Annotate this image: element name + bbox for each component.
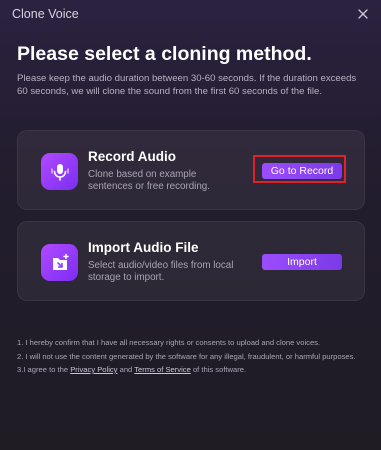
close-button[interactable] [355, 6, 371, 22]
go-to-record-button[interactable]: Go to Record [262, 163, 342, 179]
record-audio-description: Clone based on example sentences or free… [88, 169, 210, 192]
microphone-icon [41, 153, 78, 190]
duration-note: Please keep the audio duration between 3… [17, 73, 357, 97]
record-audio-title: Record Audio [88, 149, 177, 164]
import-file-icon [41, 244, 78, 281]
terms-of-service-link[interactable]: Terms of Service [134, 365, 191, 374]
record-audio-card[interactable]: Record Audio Clone based on example sent… [17, 130, 365, 210]
window-title: Clone Voice [12, 7, 79, 21]
terms-line-3-prefix: 3.I agree to the [17, 365, 69, 374]
terms-notice: 1. I hereby confirm that I have all nece… [17, 337, 367, 378]
import-audio-card[interactable]: Import Audio File Select audio/video fil… [17, 221, 365, 301]
title-bar: Clone Voice [0, 0, 381, 28]
privacy-policy-link[interactable]: Privacy Policy [70, 365, 117, 374]
terms-line-3-suffix: of this software. [192, 365, 247, 374]
import-button[interactable]: Import [262, 254, 342, 270]
page-heading: Please select a cloning method. [17, 43, 312, 65]
terms-line-3: 3.I agree to the Privacy Policy and Term… [17, 364, 367, 376]
terms-line-1: 1. I hereby confirm that I have all nece… [17, 338, 321, 347]
import-audio-description: Select audio/video files from local stor… [88, 260, 234, 283]
import-audio-title: Import Audio File [88, 240, 199, 255]
terms-line-2: 2. I will not use the content generated … [17, 351, 356, 361]
terms-and: and [119, 365, 133, 374]
close-icon [358, 9, 368, 19]
